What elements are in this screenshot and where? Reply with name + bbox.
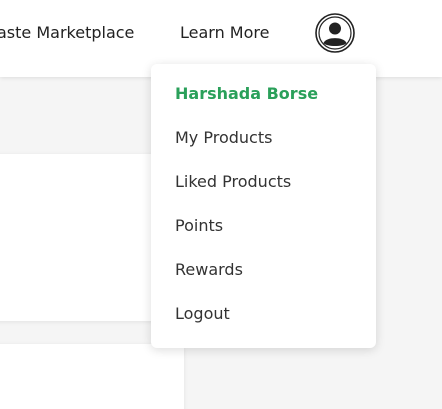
dropdown-item-rewards[interactable]: Rewards <box>175 260 243 280</box>
nav-link-marketplace[interactable]: aste Marketplace <box>0 22 134 44</box>
user-dropdown-menu: Harshada Borse My Products Liked Product… <box>151 64 376 348</box>
user-circle-icon <box>315 13 355 53</box>
dropdown-item-points[interactable]: Points <box>175 216 223 236</box>
dropdown-item-liked-products[interactable]: Liked Products <box>175 172 291 192</box>
content-card <box>0 344 184 409</box>
profile-avatar-button[interactable] <box>315 13 355 53</box>
page: aste Marketplace Learn More Harshada Bor… <box>0 0 442 409</box>
dropdown-user-name: Harshada Borse <box>175 84 319 103</box>
dropdown-item-my-products[interactable]: My Products <box>175 128 272 148</box>
nav-link-learn-more[interactable]: Learn More <box>180 22 269 44</box>
dropdown-item-logout[interactable]: Logout <box>175 304 230 324</box>
